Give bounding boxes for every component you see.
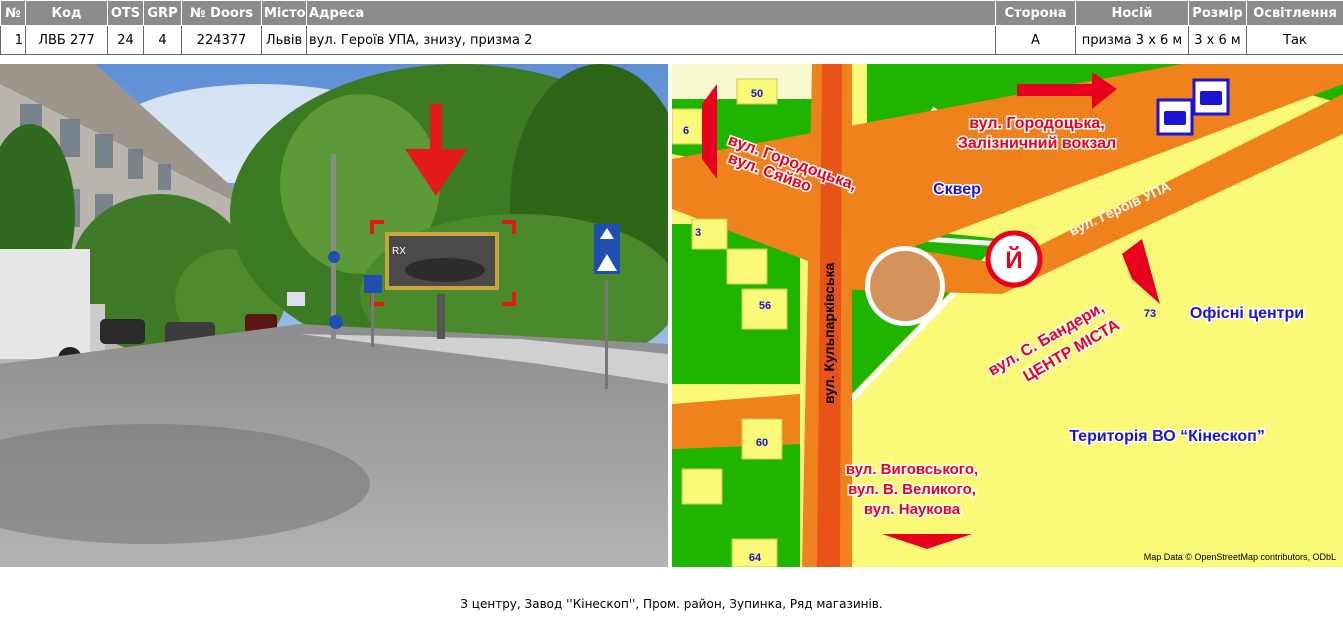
header-lighting: Освітлення <box>1246 0 1343 26</box>
header-address: Адреса <box>306 0 996 26</box>
label-kineskop: Територія ВО “Кінескоп” <box>1069 428 1265 445</box>
header-size: Розмір <box>1188 0 1247 26</box>
house-number: 3 <box>695 227 701 239</box>
label-kulparkivska: вул. Кульпарківська <box>821 262 837 404</box>
cell-size: 3 х 6 м <box>1188 25 1247 55</box>
header-number: № <box>0 0 26 26</box>
table-header-row: № Код OTS GRP № Doors Місто Адреса Сторо… <box>0 0 1343 26</box>
label-vygovskoho: вул. Виговського, <box>846 461 978 478</box>
label-gorodotska-vokzal: Залізничний вокзал <box>958 135 1116 152</box>
map-credit: Map Data © OpenStreetMap contributors, O… <box>1144 552 1336 562</box>
house-number: 64 <box>749 552 762 564</box>
table-row: 1 ЛВБ 277 24 4 224377 Львів вул. Героїв … <box>0 25 1343 55</box>
cell-ots: 24 <box>107 25 144 55</box>
cell-city: Львів <box>261 25 307 55</box>
logo-icon: Й <box>1005 246 1022 274</box>
info-table: № Код OTS GRP № Doors Місто Адреса Сторо… <box>0 0 1343 55</box>
house-number: 73 <box>1144 308 1156 320</box>
header-carrier: Носій <box>1075 0 1189 26</box>
label-gorodotska-vokzal: вул. Городоцька, <box>969 115 1105 132</box>
label-ofisni: Офісні центри <box>1190 305 1304 322</box>
house-number: 6 <box>683 125 689 137</box>
header-city: Місто <box>261 0 307 26</box>
location-photo: RX <box>0 64 668 567</box>
header-side: Сторона <box>995 0 1076 26</box>
label-vygovskoho: вул. Наукова <box>864 501 961 518</box>
label-vygovskoho: вул. В. Великого, <box>848 481 976 498</box>
house-number: 60 <box>756 437 768 449</box>
location-caption: З центру, Завод ''Кінескоп'', Пром. райо… <box>460 597 883 611</box>
cell-side: А <box>995 25 1076 55</box>
house-number: 50 <box>751 88 763 100</box>
cell-code: ЛВБ 277 <box>25 25 108 55</box>
location-map: Й 50 6 3 56 73 60 64 вул. Городоцька, ву… <box>672 64 1343 567</box>
cell-carrier: призма 3 х 6 м <box>1075 25 1189 55</box>
cell-doors: 224377 <box>181 25 262 55</box>
cell-number: 1 <box>0 25 26 55</box>
label-skver: Сквер <box>933 181 981 198</box>
cell-grp: 4 <box>143 25 182 55</box>
header-grp: GRP <box>143 0 182 26</box>
cell-address: вул. Героїв УПА, знизу, призма 2 <box>306 25 996 55</box>
header-doors: № Doors <box>181 0 262 26</box>
header-code: Код <box>25 0 108 26</box>
header-ots: OTS <box>107 0 144 26</box>
cell-lighting: Так <box>1246 25 1343 55</box>
house-number: 56 <box>759 300 771 312</box>
billboard-text: RX <box>392 246 406 257</box>
